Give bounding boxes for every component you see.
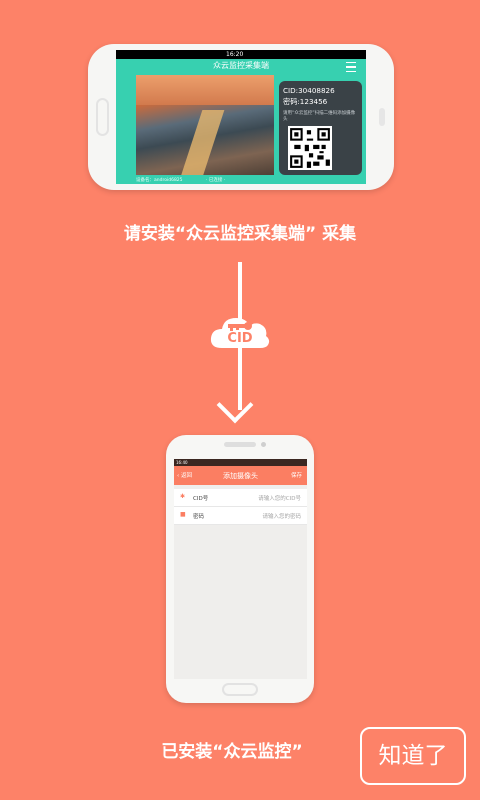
password-label: 密码 — [193, 514, 205, 520]
cid-label: CID号 — [193, 496, 209, 502]
home-button — [96, 98, 109, 136]
lock-icon: ■ — [180, 511, 186, 518]
viewer-phone-mockup: 16:40 ‹ 返回 添加摄像头 保存 ✱ CID号 请输入您的CID号 ■ 密… — [166, 435, 314, 703]
got-it-button[interactable]: 知道了 — [360, 727, 466, 785]
add-camera-screen: 16:40 ‹ 返回 添加摄像头 保存 ✱ CID号 请输入您的CID号 ■ 密… — [174, 459, 307, 679]
qr-code-icon — [288, 126, 332, 170]
collector-footer: 设备名：android6825 · 已连接 · — [136, 177, 225, 183]
cid-icon: ✱ — [180, 493, 186, 500]
collector-phone-mockup: 16:20 众云监控采集端 CID:30408826 密码:123456 请用“… — [88, 44, 394, 190]
add-camera-header: ‹ 返回 添加摄像头 保存 — [174, 466, 307, 485]
menu-icon — [346, 62, 356, 72]
collector-app-screen: 16:20 众云监控采集端 CID:30408826 密码:123456 请用“… — [116, 50, 366, 184]
status-time: 16:40 — [176, 460, 188, 465]
arrow-down-icon — [216, 386, 254, 424]
speaker-grill — [224, 442, 256, 447]
password-input[interactable]: 请输入您的密码 — [262, 512, 301, 520]
password-input-row[interactable]: ■ 密码 请输入您的密码 — [174, 507, 307, 525]
status-bar: 16:20 — [116, 50, 366, 59]
front-camera — [261, 442, 266, 447]
status-bar: 16:40 — [174, 459, 307, 466]
add-camera-title: 添加摄像头 — [223, 472, 258, 480]
connection-status: · 已连接 · — [205, 178, 226, 183]
qr-hint: 请用“众云监控”扫描二维码添加摄像头 — [283, 111, 356, 122]
cid-info-card: CID:30408826 密码:123456 请用“众云监控”扫描二维码添加摄像… — [279, 81, 362, 175]
cloud-key-icon: CID — [208, 312, 272, 352]
cid-input[interactable]: 请输入您的CID号 — [258, 494, 301, 502]
speaker-grill — [379, 108, 385, 126]
collector-app-title: 众云监控采集端 — [213, 61, 269, 70]
cid-cloud-label: CID — [227, 331, 253, 346]
save-button[interactable]: 保存 — [291, 471, 302, 479]
cid-text: CID:30408826 — [283, 86, 335, 95]
status-time: 16:20 — [226, 51, 244, 58]
home-button — [222, 683, 258, 696]
camera-preview-image — [136, 75, 274, 175]
password-text: 密码:123456 — [283, 97, 328, 106]
install-collector-caption: 请安装“众云监控采集端” 采集 — [123, 224, 357, 244]
cid-input-row[interactable]: ✱ CID号 请输入您的CID号 — [174, 489, 307, 507]
device-name: 设备名：android6825 — [136, 178, 183, 183]
